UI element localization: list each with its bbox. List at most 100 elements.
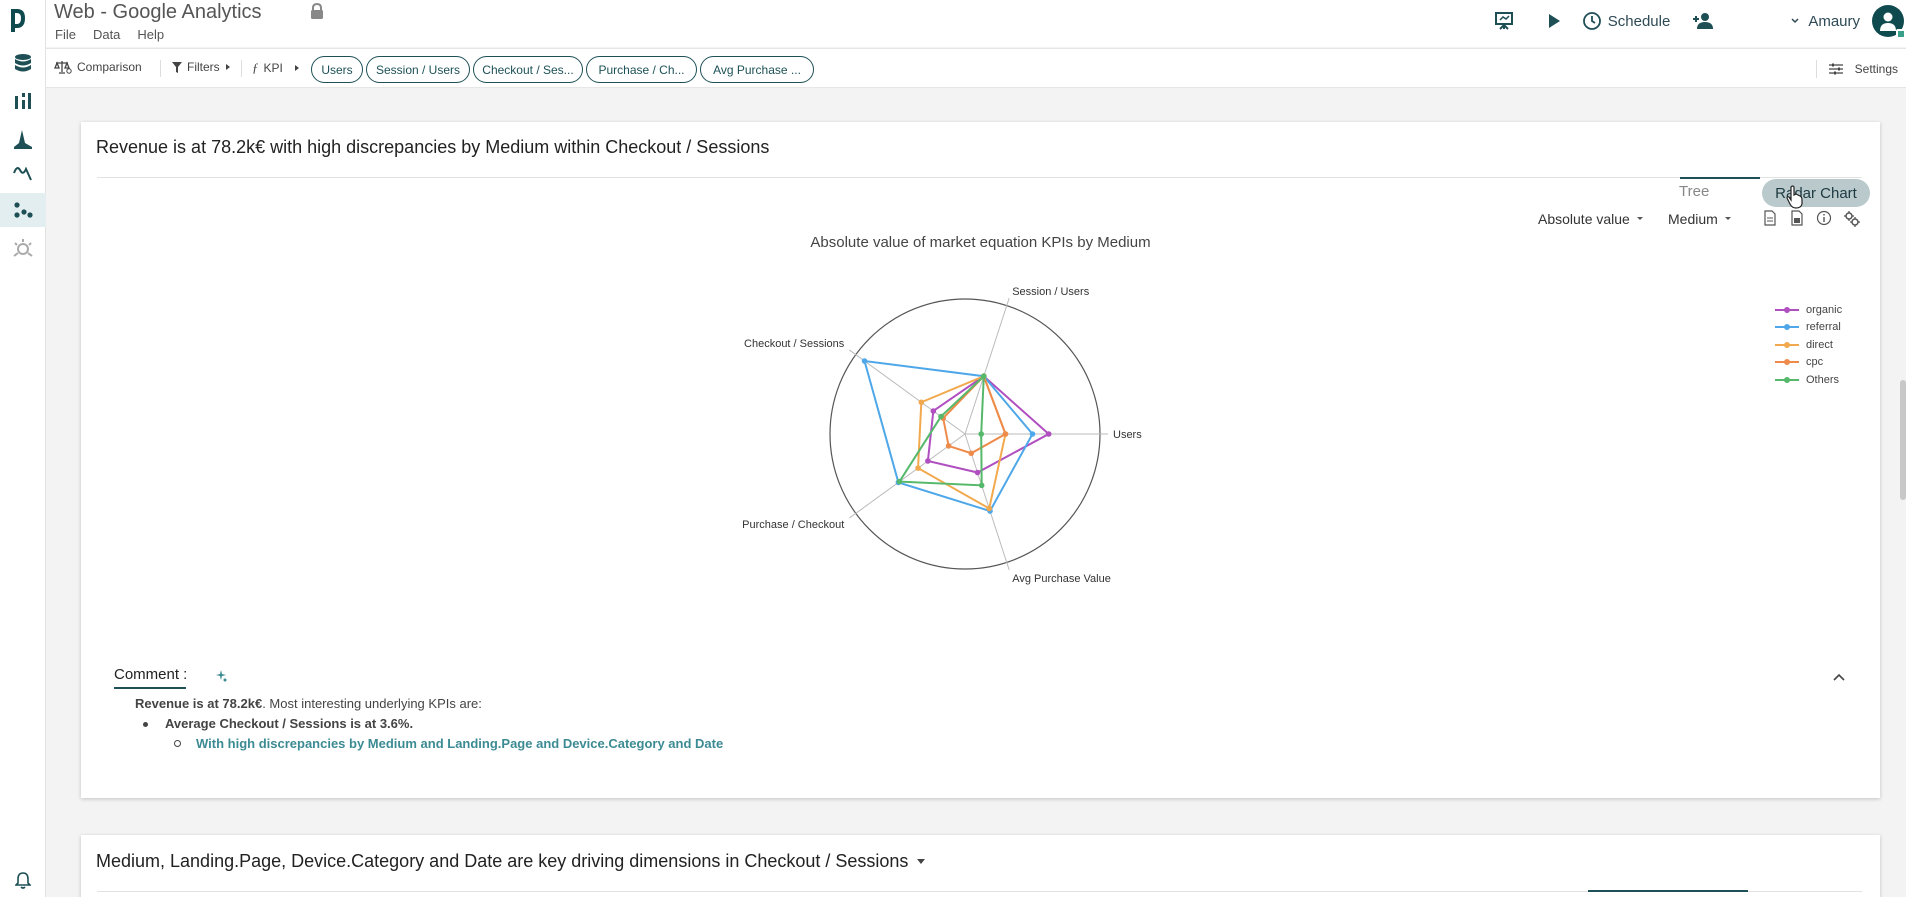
comment-label: Comment : <box>114 666 188 683</box>
legend-label: direct <box>1806 338 1833 351</box>
kpi-chip-users[interactable]: Users <box>311 56 363 83</box>
legend-item[interactable]: organic <box>1775 301 1842 319</box>
radar-point-cpc <box>968 450 975 457</box>
radar-chart: Users Session / Users Checkout / Sessions P… <box>742 286 1142 585</box>
radar-axis-label: Session / Users <box>1012 286 1090 298</box>
status-dot <box>1896 29 1906 39</box>
card2-title-wrap[interactable]: Medium, Landing.Page, Device.Category an… <box>96 851 926 872</box>
radar-point-organic <box>925 458 931 464</box>
radar-axis-label: Users <box>1113 429 1142 441</box>
legend-item[interactable]: direct <box>1775 336 1842 354</box>
legend-swatch <box>1775 306 1799 313</box>
comparison-button[interactable]: Comparison <box>54 60 142 74</box>
legend-item[interactable]: referral <box>1775 319 1842 337</box>
radar-axis-line <box>964 297 1010 435</box>
caret-right-icon <box>294 65 299 71</box>
insight-card: Revenue is at 78.2k€ with high discrepan… <box>81 122 1880 798</box>
kpi-button[interactable]: ƒ KPI <box>252 60 300 76</box>
play-icon[interactable] <box>1532 1 1576 41</box>
radar-point-direct <box>918 399 925 406</box>
radar-point-Others <box>896 478 903 485</box>
radar-point-organic <box>930 408 937 414</box>
legend-item[interactable]: cpc <box>1775 354 1842 372</box>
legend-swatch <box>1775 359 1799 366</box>
legend-label: cpc <box>1806 356 1824 369</box>
legend-item[interactable]: Others <box>1775 371 1842 389</box>
radar-point-Others <box>978 431 984 437</box>
user-name: Amaury <box>1808 12 1860 30</box>
database-icon[interactable] <box>0 47 46 81</box>
menu-help[interactable]: Help <box>137 27 164 42</box>
menu-data[interactable]: Data <box>93 27 120 42</box>
radar-point-Others <box>938 413 944 420</box>
caret-right-icon <box>225 64 230 70</box>
kpi-chip-checkout-sessions[interactable]: Checkout / Ses... <box>473 56 583 83</box>
top-bar: Web - Google Analytics File Data Help Sc… <box>46 0 1906 47</box>
notifications-icon[interactable] <box>0 867 46 893</box>
presentation-icon[interactable] <box>1484 1 1524 41</box>
share-users-icon[interactable] <box>1684 1 1724 41</box>
sparkle-icon[interactable] <box>214 669 228 688</box>
radar-axis-label: Avg Purchase Value <box>1012 573 1111 585</box>
radar-point-cpc <box>1002 431 1009 437</box>
radar-axis-label: Purchase / Checkout <box>742 519 844 531</box>
caret-down-icon <box>917 858 926 864</box>
filters-label: Filters <box>187 60 220 74</box>
menu-bar: File Data Help <box>55 27 164 42</box>
chevron-down-icon <box>1791 18 1799 24</box>
user-icon <box>1880 12 1896 31</box>
kpi-chip-avg-purchase[interactable]: Avg Purchase ... <box>700 56 814 83</box>
comment-lead-bold: Revenue is at 78.2k€ <box>135 696 263 711</box>
radar-point-Others <box>978 482 985 489</box>
comment-lead-rest: . Most interesting underlying KPIs are: <box>262 696 482 711</box>
settings-label: Settings <box>1854 62 1898 76</box>
app-logo[interactable] <box>8 6 28 34</box>
user-menu[interactable]: Amaury <box>1790 1 1906 41</box>
settings-button[interactable]: Settings <box>1815 60 1898 78</box>
radar-point-cpc <box>945 443 952 449</box>
toolbar-divider <box>160 60 161 77</box>
radar-point-direct <box>915 465 921 471</box>
toolbar: Comparison Filters ƒ KPI Users Session /… <box>46 48 1906 88</box>
dashboard-icon[interactable] <box>0 84 46 118</box>
legend-swatch <box>1775 324 1799 331</box>
balance-icon <box>54 61 72 74</box>
comparison-label: Comparison <box>77 60 142 74</box>
kpi-chip-purchase-checkout[interactable]: Purchase / Ch... <box>586 56 697 83</box>
driving-dimensions-card: Medium, Landing.Page, Device.Category an… <box>81 835 1880 897</box>
legend-marker <box>1784 359 1790 366</box>
radar-point-Others <box>980 373 987 380</box>
legend-marker <box>1784 306 1790 313</box>
radar-point-direct <box>986 505 992 512</box>
sliders-icon <box>1828 63 1843 75</box>
radar-point-organic <box>974 469 981 476</box>
menu-file[interactable]: File <box>55 27 76 42</box>
schedule-button[interactable]: Schedule <box>1582 1 1671 41</box>
filter-icon <box>172 61 182 73</box>
comment-text: Revenue is at 78.2k€. Most interesting u… <box>135 696 482 711</box>
avatar[interactable] <box>1872 5 1906 39</box>
insights-icon[interactable] <box>0 231 46 265</box>
filters-button[interactable]: Filters <box>172 60 231 74</box>
scatter-icon[interactable] <box>0 193 46 227</box>
distribution-icon[interactable] <box>0 121 46 155</box>
legend-label: organic <box>1806 303 1843 316</box>
left-rail <box>0 0 46 897</box>
function-icon: ƒ <box>252 60 259 75</box>
radar-point-referral <box>1029 431 1036 437</box>
comment-bullet: Average Checkout / Sessions is at 3.6%. <box>142 716 414 731</box>
radar-point-referral <box>861 358 868 364</box>
legend-marker <box>1784 376 1790 383</box>
comment-subbullet-link[interactable]: With high discrepancies by Medium and La… <box>173 736 723 751</box>
card2-title: Medium, Landing.Page, Device.Category an… <box>96 851 909 871</box>
legend-marker <box>1784 324 1790 331</box>
legend-label: Others <box>1806 373 1840 386</box>
app-title[interactable]: Web - Google Analytics <box>54 1 262 24</box>
legend-swatch <box>1775 376 1799 383</box>
trend-icon[interactable] <box>0 156 46 190</box>
legend-marker <box>1784 341 1790 348</box>
chevron-up-icon[interactable] <box>1832 670 1846 688</box>
kpi-chip-session-users[interactable]: Session / Users <box>366 56 470 83</box>
scrollbar-thumb[interactable] <box>1900 380 1906 500</box>
schedule-label: Schedule <box>1607 12 1671 30</box>
